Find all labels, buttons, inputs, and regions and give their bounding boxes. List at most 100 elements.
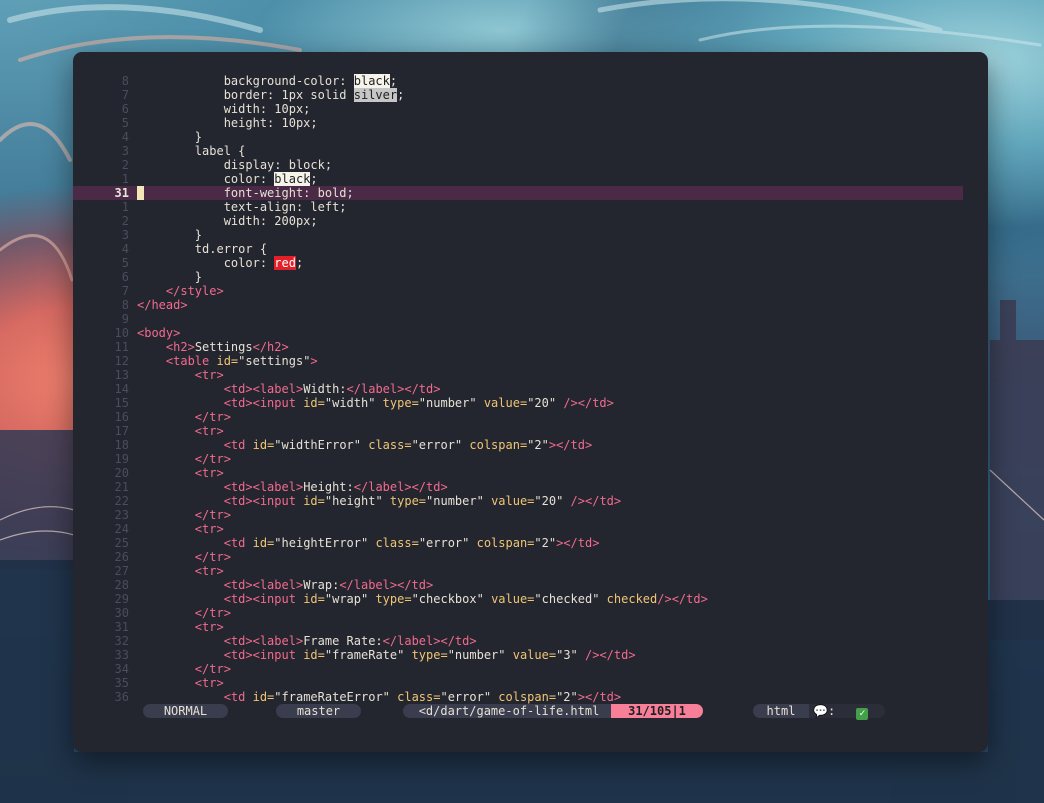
code-text: <tr> xyxy=(137,564,224,578)
line-number: 20 xyxy=(114,466,129,480)
code-line[interactable]: 21 <td><label>Height:</label></td> xyxy=(73,480,988,494)
code-line[interactable]: 4 td.error { xyxy=(73,242,988,256)
code-line[interactable]: 26 </tr> xyxy=(73,550,988,564)
code-token: </h2> xyxy=(252,340,289,354)
line-number: 6 xyxy=(121,270,129,284)
code-token: label { xyxy=(137,144,246,158)
code-line[interactable]: 7 </style> xyxy=(73,284,988,298)
line-number: 3 xyxy=(121,228,129,242)
code-token: height: 10px; xyxy=(137,116,318,130)
code-line[interactable]: 27 <tr> xyxy=(73,564,988,578)
code-text: text-align: left; xyxy=(137,200,347,214)
code-line[interactable]: 10 <body> xyxy=(73,326,988,340)
code-token: id= xyxy=(303,494,325,508)
code-line[interactable]: 32 <td><label>Frame Rate:</label></td> xyxy=(73,634,988,648)
line-number: 34 xyxy=(114,662,129,676)
code-token: id= xyxy=(303,592,325,606)
code-token: class= xyxy=(368,438,412,452)
code-line[interactable]: 35 <tr> xyxy=(73,676,988,690)
code-token: black xyxy=(274,172,311,186)
code-line[interactable]: 28 <td><label>Wrap:</label></td> xyxy=(73,578,988,592)
code-token: "wrap" xyxy=(324,592,376,606)
code-line[interactable]: 19 </tr> xyxy=(73,452,988,466)
code-line[interactable]: 25 <td id="heightError" class="error" co… xyxy=(73,536,988,550)
code-text: <td id="widthError" class="error" colspa… xyxy=(137,438,593,452)
line-number: 9 xyxy=(121,312,129,326)
code-token: </label></td> xyxy=(382,634,477,648)
code-token: } xyxy=(137,130,203,144)
code-token: /></td> xyxy=(563,396,614,410)
code-line[interactable]: 16 </tr> xyxy=(73,410,988,424)
code-token: "error" xyxy=(440,690,499,704)
code-text: <td id="heightError" class="error" colsp… xyxy=(137,536,600,550)
code-token: /></td> xyxy=(585,648,636,662)
code-line[interactable]: 1 text-align: left; xyxy=(73,200,988,214)
code-line[interactable]: 5 color: red; xyxy=(73,256,988,270)
code-line[interactable]: 33 <td><input id="frameRate" type="numbe… xyxy=(73,648,988,662)
line-number: 4 xyxy=(121,242,129,256)
code-line[interactable]: 8 </head> xyxy=(73,298,988,312)
code-line[interactable]: 15 <td><input id="width" type="number" v… xyxy=(73,396,988,410)
code-token: ; xyxy=(389,74,398,88)
code-token: </tr> xyxy=(194,662,231,676)
code-text: color: red; xyxy=(137,256,303,270)
code-token: ></td> xyxy=(577,690,622,704)
code-line[interactable]: 11 <h2>Settings</h2> xyxy=(73,340,988,354)
code-token: "20" xyxy=(534,494,571,508)
code-line[interactable]: 1 color: black; xyxy=(73,172,988,186)
line-number: 7 xyxy=(121,284,129,298)
code-token: /></td> xyxy=(657,592,708,606)
code-line[interactable]: 12 <table id="settings"> xyxy=(73,354,988,368)
code-line[interactable]: 29 <td><input id="wrap" type="checkbox" … xyxy=(73,592,988,606)
code-line[interactable]: 23 </tr> xyxy=(73,508,988,522)
code-text: <tr> xyxy=(137,424,224,438)
code-line[interactable]: 31 <tr> xyxy=(73,620,988,634)
code-line[interactable]: 13 <tr> xyxy=(73,368,988,382)
code-line[interactable]: 6 } xyxy=(73,270,988,284)
code-token: </tr> xyxy=(194,550,231,564)
code-line[interactable]: 8 background-color: black; xyxy=(73,74,988,88)
code-token: "checkbox" xyxy=(411,592,492,606)
code-token: <td xyxy=(223,438,253,452)
line-number: 6 xyxy=(121,102,129,116)
line-number: 7 xyxy=(121,88,129,102)
code-line[interactable]: 9 xyxy=(73,312,988,326)
code-text: <td><label>Width:</label></td> xyxy=(137,382,441,396)
code-line[interactable]: 30 </tr> xyxy=(73,606,988,620)
code-line[interactable]: 17 <tr> xyxy=(73,424,988,438)
code-line[interactable]: 5 height: 10px; xyxy=(73,116,988,130)
code-line[interactable]: 20 <tr> xyxy=(73,466,988,480)
code-token: colspan= xyxy=(476,536,535,550)
code-line[interactable]: 34 </tr> xyxy=(73,662,988,676)
code-token: <tr> xyxy=(194,368,224,382)
code-line[interactable]: 3 } xyxy=(73,228,988,242)
code-token: </label></td> xyxy=(353,480,448,494)
code-token: ; xyxy=(295,256,304,270)
line-number: 28 xyxy=(114,578,129,592)
code-line[interactable]: 18 <td id="widthError" class="error" col… xyxy=(73,438,988,452)
code-line[interactable]: 14 <td><label>Width:</label></td> xyxy=(73,382,988,396)
code-line[interactable]: 36 <td id="frameRateError" class="error"… xyxy=(73,690,988,704)
code-line[interactable]: 7 border: 1px solid silver; xyxy=(73,88,988,102)
code-line[interactable]: 22 <td><input id="height" type="number" … xyxy=(73,494,988,508)
line-number: 25 xyxy=(114,536,129,550)
current-code-line[interactable]: 31 font-weight: bold; xyxy=(73,186,963,200)
code-token: border: 1px solid xyxy=(137,88,354,102)
line-number: 11 xyxy=(114,340,129,354)
code-line[interactable]: 2 width: 200px; xyxy=(73,214,988,228)
code-text: background-color: black; xyxy=(137,74,397,88)
code-line[interactable]: 6 width: 10px; xyxy=(73,102,988,116)
code-line[interactable]: 24 <tr> xyxy=(73,522,988,536)
mode-indicator: NORMAL xyxy=(143,704,228,718)
code-line[interactable]: 3 label { xyxy=(73,144,988,158)
code-token: "2" xyxy=(556,690,578,704)
code-line[interactable]: 4 } xyxy=(73,130,988,144)
code-line[interactable]: 2 display: block; xyxy=(73,158,988,172)
